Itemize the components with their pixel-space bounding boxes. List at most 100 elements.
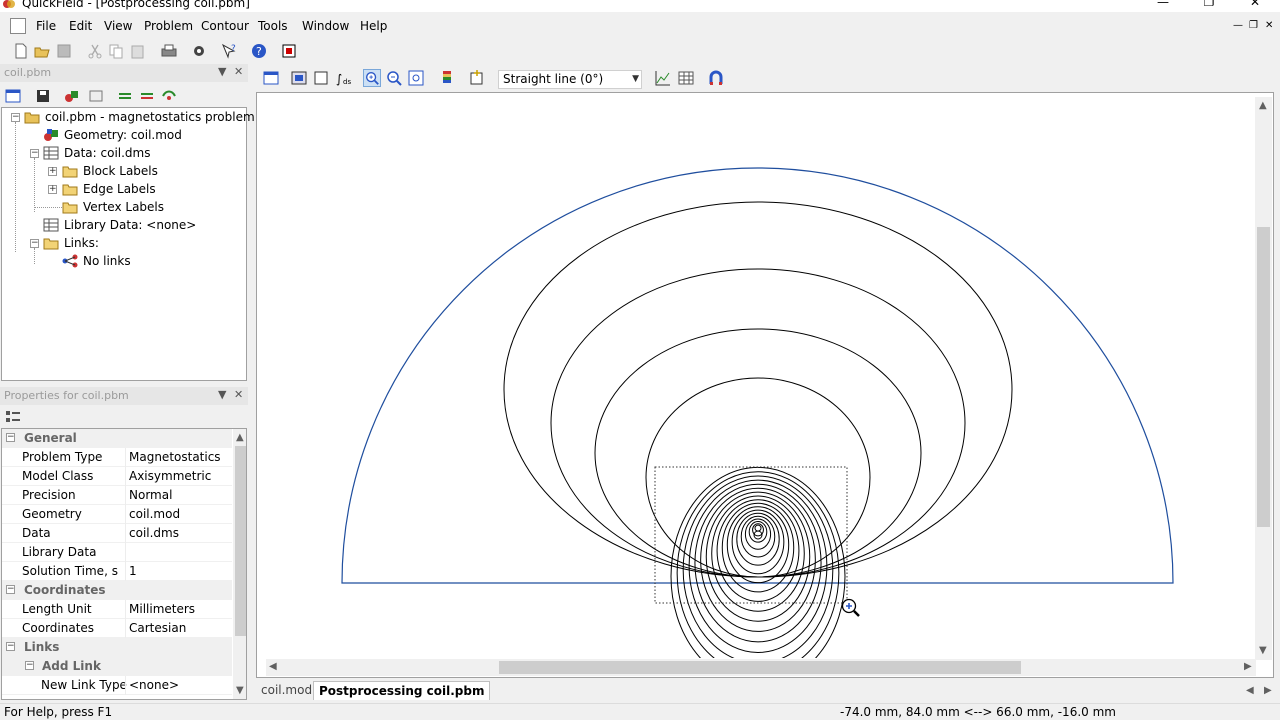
open-folder-icon[interactable] bbox=[33, 42, 51, 60]
scroll-down-arrow[interactable]: ▼ bbox=[236, 685, 244, 696]
tab-scroll-right-arrow[interactable]: ▶ bbox=[1264, 685, 1272, 696]
link-icon bbox=[62, 254, 78, 268]
print-icon[interactable] bbox=[160, 42, 178, 60]
panel-close-icon[interactable]: ✕ bbox=[234, 388, 243, 401]
panel-dropdown-icon[interactable]: ▼ bbox=[218, 388, 226, 401]
property-length-unit[interactable]: Length Unit Millimeters bbox=[2, 600, 232, 619]
integral-values-icon[interactable] bbox=[312, 69, 330, 87]
menu-view[interactable]: View bbox=[104, 19, 132, 33]
integral-ds-icon[interactable]: ∫ ds bbox=[334, 69, 352, 87]
property-library-data[interactable]: Library Data bbox=[2, 543, 232, 562]
tree-expander[interactable]: − bbox=[11, 113, 20, 122]
maximize-button[interactable]: ❐ bbox=[1186, 0, 1232, 11]
categorized-view-icon[interactable] bbox=[4, 408, 22, 426]
help-icon[interactable]: ? bbox=[250, 42, 268, 60]
edit-geometry-icon[interactable] bbox=[63, 87, 81, 105]
property-category-links[interactable]: − Links bbox=[2, 638, 232, 657]
scroll-thumb[interactable] bbox=[1257, 227, 1270, 527]
copy-icon[interactable] bbox=[107, 42, 125, 60]
doc-minimize-button[interactable]: — bbox=[1233, 20, 1243, 31]
edit-data-icon[interactable] bbox=[87, 87, 105, 105]
zoom-to-fit-icon[interactable] bbox=[407, 69, 425, 87]
save-icon[interactable] bbox=[55, 42, 73, 60]
property-model-class[interactable]: Model Class Axisymmetric bbox=[2, 467, 232, 486]
menu-edit[interactable]: Edit bbox=[69, 19, 92, 33]
property-data[interactable]: Data coil.dms bbox=[2, 524, 232, 543]
doc-restore-button[interactable]: ❐ bbox=[1249, 20, 1258, 31]
minimize-button[interactable]: — bbox=[1140, 0, 1186, 11]
menu-tools[interactable]: Tools bbox=[258, 19, 288, 33]
cut-icon[interactable] bbox=[86, 42, 104, 60]
view-vertical-scrollbar[interactable]: ▲ ▼ bbox=[1255, 97, 1272, 660]
zoom-out-icon[interactable] bbox=[385, 69, 403, 87]
category-expander[interactable]: − bbox=[6, 433, 15, 442]
contour-mode-select[interactable]: Straight line (0°) ▼ bbox=[498, 70, 642, 89]
tree-expander[interactable]: − bbox=[30, 149, 39, 158]
doc-close-button[interactable]: ✕ bbox=[1265, 20, 1273, 31]
magnet-icon[interactable] bbox=[707, 69, 725, 87]
menu-problem[interactable]: Problem bbox=[144, 19, 193, 33]
menu-file[interactable]: File bbox=[36, 19, 56, 33]
context-help-icon[interactable]: ? bbox=[220, 42, 238, 60]
folder-icon bbox=[62, 202, 78, 214]
property-problem-type[interactable]: Problem Type Magnetostatics bbox=[2, 448, 232, 467]
scroll-thumb[interactable] bbox=[235, 446, 246, 636]
save-problem-icon[interactable] bbox=[34, 87, 52, 105]
folder-open-icon bbox=[43, 238, 59, 250]
scroll-down-arrow[interactable]: ▼ bbox=[1259, 645, 1267, 656]
category-expander[interactable]: − bbox=[6, 585, 15, 594]
problem-window-icon[interactable] bbox=[4, 87, 22, 105]
tab-coil-mod[interactable]: coil.mod bbox=[256, 681, 317, 700]
tree-panel-title: coil.pbm bbox=[4, 66, 52, 79]
solve-icon[interactable] bbox=[116, 87, 134, 105]
property-solution-time[interactable]: Solution Time, s1 bbox=[2, 562, 232, 581]
property-new-link-type[interactable]: New Link Type <none> bbox=[2, 676, 232, 695]
gear-icon[interactable] bbox=[190, 42, 208, 60]
tree-expander[interactable]: − bbox=[30, 239, 39, 248]
scroll-up-arrow[interactable]: ▲ bbox=[236, 432, 244, 443]
zoom-in-icon[interactable] bbox=[363, 69, 381, 87]
property-category-general[interactable]: − General bbox=[2, 429, 232, 448]
tab-postprocessing[interactable]: Postprocessing coil.pbm bbox=[313, 681, 491, 700]
properties-toolbar bbox=[0, 406, 248, 428]
svg-text:∫: ∫ bbox=[336, 72, 342, 86]
paste-icon[interactable] bbox=[129, 42, 147, 60]
scroll-up-arrow[interactable]: ▲ bbox=[1259, 100, 1267, 111]
field-picture-icon[interactable] bbox=[262, 69, 280, 87]
properties-scrollbar[interactable]: ▲ ▼ bbox=[233, 429, 246, 699]
solve-analyze-icon[interactable] bbox=[138, 87, 156, 105]
new-file-icon[interactable] bbox=[12, 42, 30, 60]
analyze-results-icon[interactable] bbox=[160, 87, 178, 105]
scroll-right-arrow[interactable]: ▶ bbox=[1244, 661, 1252, 672]
scroll-thumb[interactable] bbox=[499, 661, 1021, 674]
tree-expander[interactable]: + bbox=[48, 185, 57, 194]
tree-expander[interactable]: + bbox=[48, 167, 57, 176]
svg-text:?: ? bbox=[256, 45, 262, 58]
panel-close-icon[interactable]: ✕ bbox=[234, 65, 243, 78]
panel-dropdown-icon[interactable]: ▼ bbox=[218, 65, 226, 78]
add-contour-icon[interactable] bbox=[468, 69, 486, 87]
field-line bbox=[694, 483, 822, 643]
menu-window[interactable]: Window bbox=[302, 19, 349, 33]
color-legend-icon[interactable] bbox=[438, 69, 456, 87]
view-horizontal-scrollbar[interactable]: ◀ ▶ bbox=[266, 659, 1256, 676]
menu-help[interactable]: Help bbox=[360, 19, 387, 33]
property-coordinates[interactable]: Coordinates Cartesian bbox=[2, 619, 232, 638]
local-values-icon[interactable] bbox=[290, 69, 308, 87]
property-category-coordinates[interactable]: − Coordinates bbox=[2, 581, 232, 600]
property-category-add-link[interactable]: − Add Link bbox=[2, 657, 232, 676]
document-system-icon[interactable] bbox=[10, 18, 26, 34]
table-view-icon[interactable] bbox=[677, 69, 695, 87]
table-icon bbox=[43, 218, 59, 232]
property-geometry[interactable]: Geometry coil.mod bbox=[2, 505, 232, 524]
tab-scroll-left-arrow[interactable]: ◀ bbox=[1246, 685, 1254, 696]
close-window-button[interactable]: ✕ bbox=[1232, 0, 1278, 11]
category-expander[interactable]: − bbox=[25, 661, 34, 670]
category-expander[interactable]: − bbox=[6, 642, 15, 651]
menu-contour[interactable]: Contour bbox=[201, 19, 249, 33]
quickfield-book-icon[interactable] bbox=[280, 42, 298, 60]
plot-xy-icon[interactable] bbox=[654, 69, 672, 87]
scroll-left-arrow[interactable]: ◀ bbox=[269, 661, 277, 672]
field-picture-canvas[interactable] bbox=[256, 92, 1256, 658]
property-precision[interactable]: Precision Normal bbox=[2, 486, 232, 505]
